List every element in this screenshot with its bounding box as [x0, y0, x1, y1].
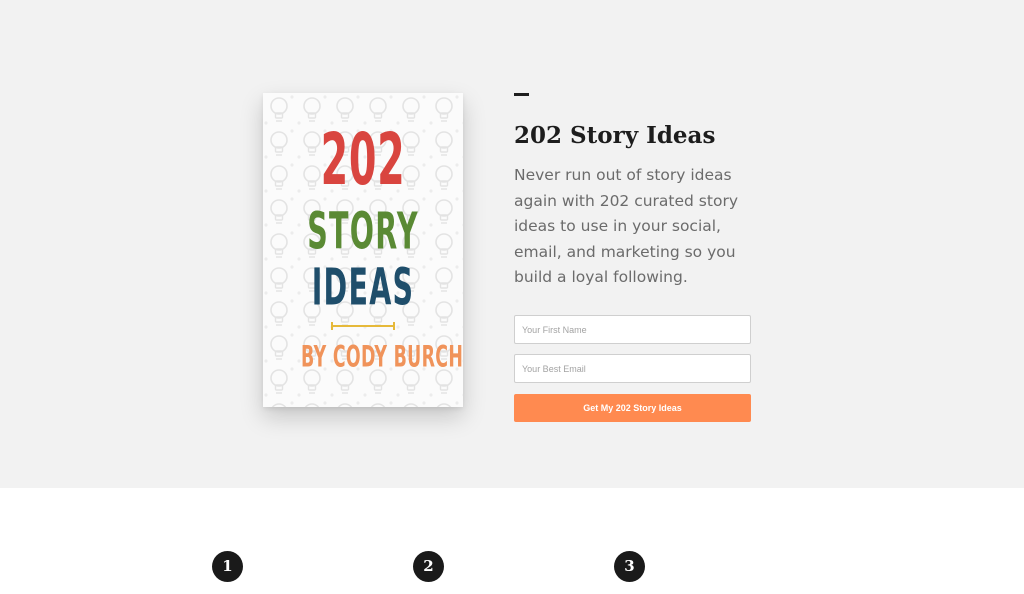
book-author: BY CODY BURCH: [301, 339, 463, 374]
hero-section: 202 STORY IDEAS BY CODY BURCH 202 Story …: [0, 0, 1024, 488]
landing-page: 202 STORY IDEAS BY CODY BURCH 202 Story …: [0, 0, 1024, 594]
book-title-number: 202: [320, 119, 406, 202]
hero-description: Never run out of story ideas again with …: [514, 166, 738, 286]
book-divider: [331, 322, 395, 330]
book-title-story: STORY: [307, 201, 419, 261]
title-accent-dash: [514, 93, 529, 96]
step-number-3: 3: [614, 551, 645, 582]
page-title: 202 Story Ideas: [514, 122, 716, 149]
get-story-ideas-button[interactable]: Get My 202 Story Ideas: [514, 394, 751, 422]
book-title-ideas: IDEAS: [311, 257, 415, 317]
book-cover: 202 STORY IDEAS BY CODY BURCH: [263, 93, 463, 407]
step-number-2: 2: [413, 551, 444, 582]
first-name-field[interactable]: [514, 315, 751, 344]
step-number-1: 1: [212, 551, 243, 582]
email-field[interactable]: [514, 354, 751, 383]
